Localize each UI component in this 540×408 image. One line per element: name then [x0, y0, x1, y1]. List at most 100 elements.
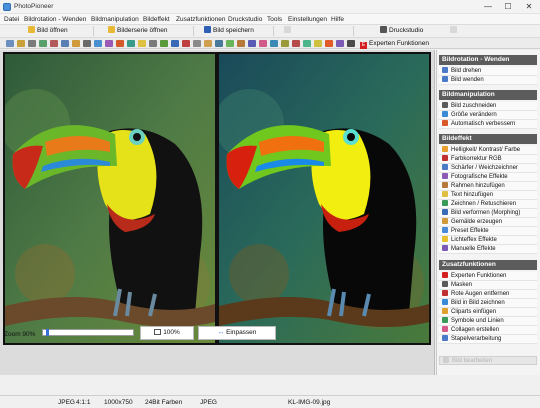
zoom-100-button[interactable]: 100%: [140, 326, 194, 340]
collage-icon: [442, 326, 448, 332]
sidebar-item-painting[interactable]: Gemälde erzeugen: [439, 218, 537, 227]
zoom-slider[interactable]: [42, 329, 134, 336]
sidebar-item-light-effects[interactable]: Lichteffex Effekte: [439, 236, 537, 245]
zoom-slider-thumb[interactable]: [46, 329, 49, 336]
tool-icon-15[interactable]: [160, 40, 168, 47]
sidebar-item-label: Schärfer / Weichzeichner: [451, 165, 518, 171]
fit-button[interactable]: ↔ Einpassen: [198, 326, 276, 340]
sidebar-item-brightness[interactable]: Helligkeit/ Kontrast/ Farbe: [439, 146, 537, 155]
status-size: 1000x750: [104, 399, 133, 406]
sidebar-item-manual-effects[interactable]: Manuelle Effekte: [439, 245, 537, 254]
edit-icon: [443, 357, 449, 363]
menu-zusatzfunktionen[interactable]: Zusatzfunktionen: [176, 16, 226, 23]
tool-icon-3[interactable]: [28, 40, 36, 47]
sidebar-item-sharpen[interactable]: Schärfer / Weichzeichner: [439, 164, 537, 173]
sidebar-item-expert[interactable]: Experten Funktionen: [439, 272, 537, 281]
sidebar-item-flip[interactable]: Bild wenden: [439, 76, 537, 85]
menu-datei[interactable]: Datei: [4, 16, 19, 23]
expert-functions-button[interactable]: E Experten Funktionen: [360, 39, 429, 49]
tool-icon-30[interactable]: [325, 40, 333, 47]
tool-icon-18[interactable]: [193, 40, 201, 47]
fit-label: Einpassen: [226, 329, 257, 336]
tool-icon-4[interactable]: [39, 40, 47, 47]
sidebar-item-collage[interactable]: Collagen erstellen: [439, 326, 537, 335]
status-format: JPEG: [58, 399, 75, 406]
sidebar-item-auto-enhance[interactable]: Automatisch verbessern: [439, 120, 537, 129]
sidebar-item-resize[interactable]: Größe verändern: [439, 111, 537, 120]
sidebar-item-picture-in-picture[interactable]: Bild in Bild zeichnen: [439, 299, 537, 308]
sidebar-item-label: Masken: [451, 282, 473, 288]
sidebar-item-photo-effects[interactable]: Fotografische Effekte: [439, 173, 537, 182]
tool-icon-23[interactable]: [248, 40, 256, 47]
tool-icon-28[interactable]: [303, 40, 311, 47]
menu-bildrotation[interactable]: Bildrotation - Wenden: [24, 16, 86, 23]
tool-icon-6[interactable]: [61, 40, 69, 47]
sidebar-item-label: Manuelle Effekte: [451, 246, 496, 252]
sidebar-item-label: Gemälde erzeugen: [451, 219, 503, 225]
open-image-button[interactable]: Bild öffnen: [28, 26, 94, 36]
sidebar-item-cliparts[interactable]: Cliparts einfügen: [439, 308, 537, 317]
tool-icon-20[interactable]: [215, 40, 223, 47]
menu-bildeffekt[interactable]: Bildeffekt: [143, 16, 170, 23]
sidebar-item-rotate[interactable]: Bild drehen: [439, 67, 537, 76]
sidebar-item-symbols[interactable]: Symbole und Linien: [439, 317, 537, 326]
tool-icon-13[interactable]: [138, 40, 146, 47]
text-icon: [442, 191, 448, 197]
sidebar-item-crop[interactable]: Bild zuschneiden: [439, 102, 537, 111]
menu-einstellungen[interactable]: Einstellungen: [288, 16, 327, 23]
print-studio-button[interactable]: Druckstudio: [380, 26, 436, 36]
sidebar-item-label: Bild wenden: [451, 77, 484, 83]
open-series-button[interactable]: Bilderserie öffnen: [108, 26, 194, 36]
menu-bildmanipulation[interactable]: Bildmanipulation: [91, 16, 139, 23]
sidebar-item-rgb[interactable]: Farbkorrektur RGB: [439, 155, 537, 164]
tool-icon-9[interactable]: [94, 40, 102, 47]
status-ratio: 4:1:1: [76, 399, 91, 406]
sidebar-item-morph[interactable]: Bild verformen (Morphing): [439, 209, 537, 218]
tool-icon-5[interactable]: [50, 40, 58, 47]
close-button[interactable]: ✕: [519, 0, 539, 14]
tool-icon-31[interactable]: [336, 40, 344, 47]
tool-icon-17[interactable]: [182, 40, 190, 47]
tool-icon-19[interactable]: [204, 40, 212, 47]
tool-icon-27[interactable]: [292, 40, 300, 47]
edited-image[interactable]: [217, 52, 431, 345]
sidebar-item-draw[interactable]: Zeichnen / Retuschieren: [439, 200, 537, 209]
tool-icon-12[interactable]: [127, 40, 135, 47]
tool-icon-22[interactable]: [237, 40, 245, 47]
tool-icon-11[interactable]: [116, 40, 124, 47]
tool-icon-8[interactable]: [83, 40, 91, 47]
sidebar-item-batch[interactable]: Stapelverarbeitung: [439, 335, 537, 344]
tool-icon-10[interactable]: [105, 40, 113, 47]
tool-icon-16[interactable]: [171, 40, 179, 47]
tool-icon-26[interactable]: [281, 40, 289, 47]
sidebar-item-text[interactable]: Text hinzufügen: [439, 191, 537, 200]
tool-icon-32[interactable]: [347, 40, 355, 47]
save-image-button[interactable]: Bild speichern: [204, 26, 274, 36]
tool-icon-21[interactable]: [226, 40, 234, 47]
sidebar-item-presets[interactable]: Preset Effekte: [439, 227, 537, 236]
tool-icon-1[interactable]: [6, 40, 14, 47]
manual-effects-icon: [442, 245, 448, 251]
minimize-button[interactable]: —: [478, 0, 498, 14]
tool-icon-29[interactable]: [314, 40, 322, 47]
menu-druckstudio[interactable]: Druckstudio: [228, 16, 262, 23]
zoom-100-label: 100%: [163, 329, 180, 336]
status-filename: KL-IMG-09.jpg: [288, 399, 331, 406]
tool-icon-7[interactable]: [72, 40, 80, 47]
sidebar-item-label: Rote Augen entfernen: [451, 291, 510, 297]
tool-icon-14[interactable]: [149, 40, 157, 47]
painting-icon: [442, 218, 448, 224]
original-image[interactable]: [3, 52, 217, 345]
sidebar-item-red-eye[interactable]: Rote Augen entfernen: [439, 290, 537, 299]
sidebar-item-label: Lichteffex Effekte: [451, 237, 497, 243]
maximize-button[interactable]: ☐: [498, 0, 518, 14]
sharpen-icon: [442, 164, 448, 170]
menu-tools[interactable]: Tools: [267, 16, 282, 23]
tool-icon-2[interactable]: [17, 40, 25, 47]
sidebar-item-label: Bild in Bild zeichnen: [451, 300, 505, 306]
sidebar-item-masks[interactable]: Masken: [439, 281, 537, 290]
sidebar-item-frame[interactable]: Rahmen hinzufügen: [439, 182, 537, 191]
tool-icon-25[interactable]: [270, 40, 278, 47]
menu-hilfe[interactable]: Hilfe: [331, 16, 344, 23]
tool-icon-24[interactable]: [259, 40, 267, 47]
